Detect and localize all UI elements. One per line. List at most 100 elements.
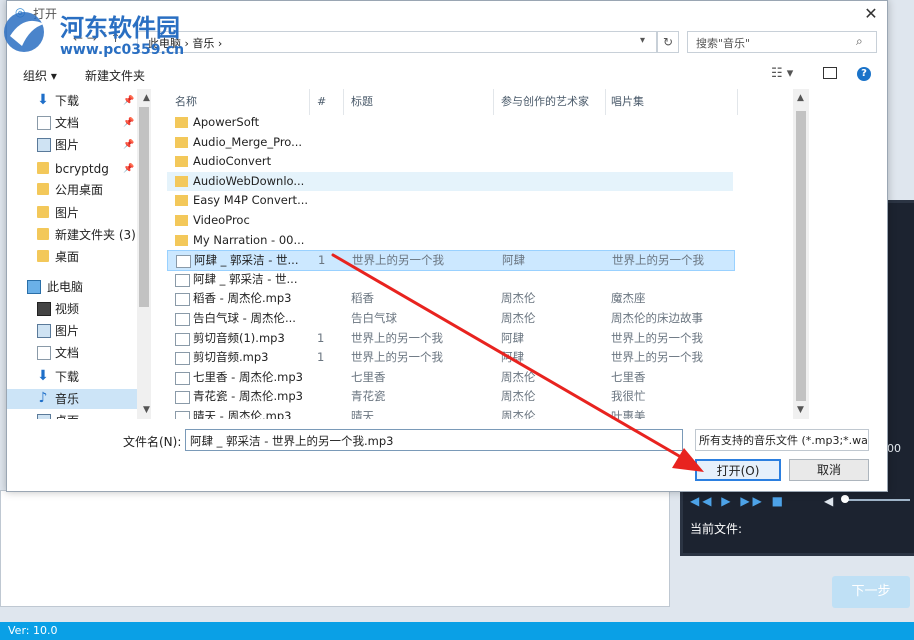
audio-file-icon <box>176 255 191 269</box>
file-row[interactable]: Easy M4P Convert... <box>167 191 733 210</box>
file-row[interactable]: 剪切音频(1).mp3 1 世界上的另一个我 阿肆 世界上的另一个我 <box>167 329 733 348</box>
sidebar-item[interactable]: ⬇ 下载 <box>7 367 137 387</box>
sidebar-item-label: 桌面 <box>55 250 80 264</box>
track-album: 周杰伦的床边故事 <box>611 311 703 325</box>
filename-input[interactable]: 阿肆 _ 郭采洁 - 世界上的另一个我.mp3 <box>185 429 683 451</box>
file-name: 青花瓷 - 周杰伦.mp3 <box>193 389 303 404</box>
sidebar-item-label: 桌面 <box>55 411 79 419</box>
file-name: Easy M4P Convert... <box>193 193 309 208</box>
sidebar-item[interactable]: 文档 <box>7 343 137 363</box>
sidebar-item-label: 公用桌面 <box>55 183 104 197</box>
organize-button[interactable]: 组织 ▾ <box>23 67 57 84</box>
track-title: 稻香 <box>351 291 374 306</box>
chevron-down-icon[interactable]: ▾ <box>640 35 645 46</box>
list-scroll-thumb[interactable] <box>796 111 806 401</box>
folder-icon <box>175 234 188 246</box>
sidebar-item[interactable]: 公用桌面 <box>7 180 137 200</box>
volume-slider[interactable] <box>845 499 910 501</box>
next-button[interactable]: 下一步 <box>832 576 910 608</box>
sidebar-item[interactable]: 此电脑 <box>7 277 137 297</box>
sidebar-item[interactable]: ⬇ 下载 📌 <box>7 91 137 111</box>
column-header[interactable]: 名称 <box>171 89 310 115</box>
refresh-icon[interactable]: ↻ <box>657 31 679 53</box>
sidebar-item[interactable]: 文档 📌 <box>7 113 137 133</box>
sidebar-item[interactable]: 视频 <box>7 299 137 319</box>
desktop-icon <box>37 414 51 419</box>
player-controls[interactable]: ◀◀ ▶ ▶▶ ■ <box>690 494 786 508</box>
track-album: 魔杰座 <box>611 291 646 306</box>
list-scroll-up-icon[interactable]: ▲ <box>797 93 804 103</box>
sidebar-item-label: 图片 <box>55 206 80 220</box>
player-time: 00 <box>887 442 901 455</box>
file-row[interactable]: 稻香 - 周杰伦.mp3 稻香 周杰伦 魔杰座 <box>167 289 733 308</box>
watermark-name: 河东软件园 <box>60 13 180 42</box>
file-row[interactable]: Audio_Merge_Pro... <box>167 133 733 152</box>
sidebar-item[interactable]: ♪ 音乐 <box>7 389 137 409</box>
sidebar-item-label: 图片 <box>55 138 80 152</box>
search-icon[interactable]: ⌕ <box>856 34 863 49</box>
open-button[interactable]: 打开(O) <box>695 459 781 481</box>
sidebar-item[interactable]: 桌面 <box>7 411 137 419</box>
cancel-button[interactable]: 取消 <box>789 459 869 481</box>
file-row[interactable]: AudioConvert <box>167 152 733 171</box>
new-folder-button[interactable]: 新建文件夹 <box>85 67 145 84</box>
folder-icon <box>37 162 49 174</box>
view-options-icon[interactable]: ☷ ▾ <box>771 66 793 81</box>
close-button[interactable]: ✕ <box>859 3 883 25</box>
column-header[interactable]: 参与创作的艺术家 <box>497 89 606 115</box>
file-name: 告白气球 - 周杰伦... <box>193 311 296 325</box>
track-number: 1 <box>317 330 325 345</box>
track-artist: 周杰伦 <box>501 389 536 404</box>
file-row[interactable]: AudioWebDownlo... <box>167 171 733 191</box>
column-header[interactable]: 唱片集 <box>607 89 738 115</box>
sidebar-item-label: 新建文件夹 (3) <box>55 228 136 242</box>
file-type-select[interactable]: 所有支持的音乐文件 (*.mp3;*.wav <box>695 429 869 451</box>
sidebar-item-label: 下载 <box>55 370 80 384</box>
file-row[interactable]: VideoProc <box>167 211 733 230</box>
sidebar-item-label: 文档 <box>55 346 80 360</box>
preview-pane-icon[interactable] <box>823 67 837 79</box>
column-header[interactable]: # <box>313 89 344 115</box>
sidebar-item[interactable]: 图片 <box>7 321 137 341</box>
download-icon: ⬇ <box>37 92 49 108</box>
file-row[interactable]: 阿肆 _ 郭采洁 - 世... 1 世界上的另一个我 阿肆 世界上的另一个我 <box>167 250 735 272</box>
file-row[interactable]: 阿肆 _ 郭采洁 - 世... <box>167 270 733 289</box>
file-row[interactable]: 剪切音频.mp3 1 世界上的另一个我 阿肆 世界上的另一个我 <box>167 348 733 367</box>
file-row[interactable]: My Narration - 00... <box>167 231 733 250</box>
file-name: 阿肆 _ 郭采洁 - 世... <box>194 253 299 268</box>
volume-icon[interactable]: ◀ <box>824 494 833 508</box>
track-album: 叶惠美 <box>611 409 646 419</box>
sidebar-item[interactable]: bcryptdg 📌 <box>7 159 137 179</box>
column-header[interactable]: 标题 <box>347 89 494 115</box>
track-artist: 周杰伦 <box>501 409 536 419</box>
file-name: Audio_Merge_Pro... <box>193 134 303 149</box>
file-row[interactable]: 告白气球 - 周杰伦... 告白气球 周杰伦 周杰伦的床边故事 <box>167 309 733 328</box>
download-icon: ⬇ <box>37 368 49 384</box>
volume-knob[interactable] <box>841 495 849 503</box>
sidebar-item-label: 图片 <box>55 324 80 338</box>
folder-icon <box>175 117 188 128</box>
search-input[interactable]: 搜索"音乐" ⌕ <box>687 31 877 53</box>
sidebar-item[interactable]: 桌面 <box>7 247 137 267</box>
track-artist: 阿肆 <box>502 253 525 268</box>
file-row[interactable]: ApowerSoft <box>167 113 733 132</box>
list-scroll-down-icon[interactable]: ▼ <box>797 405 804 415</box>
file-row[interactable]: 七里香 - 周杰伦.mp3 七里香 周杰伦 七里香 <box>167 368 733 387</box>
sidebar-item[interactable]: 图片 <box>7 203 137 223</box>
help-icon[interactable]: ? <box>857 67 871 81</box>
sidebar-item[interactable]: 新建文件夹 (3) <box>7 225 137 245</box>
file-name: My Narration - 00... <box>193 232 305 247</box>
nav-scroll-thumb[interactable] <box>139 107 149 307</box>
folder-icon <box>175 195 188 207</box>
file-name: AudioWebDownlo... <box>193 173 305 188</box>
nav-scroll-down-icon[interactable]: ▼ <box>143 405 150 415</box>
track-album: 世界上的另一个我 <box>611 330 703 345</box>
track-album: 世界上的另一个我 <box>612 253 704 268</box>
file-row[interactable]: 晴天 - 周杰伦.mp3 晴天 周杰伦 叶惠美 <box>167 407 733 419</box>
filename-label: 文件名(N): <box>123 435 182 449</box>
address-bar[interactable]: 此电脑 › 音乐 › ▾ <box>137 31 657 53</box>
nav-scroll-up-icon[interactable]: ▲ <box>143 93 150 103</box>
sidebar-item[interactable]: 图片 📌 <box>7 135 137 155</box>
file-row[interactable]: 青花瓷 - 周杰伦.mp3 青花瓷 周杰伦 我很忙 <box>167 387 733 406</box>
current-file-label: 当前文件: <box>690 522 743 536</box>
